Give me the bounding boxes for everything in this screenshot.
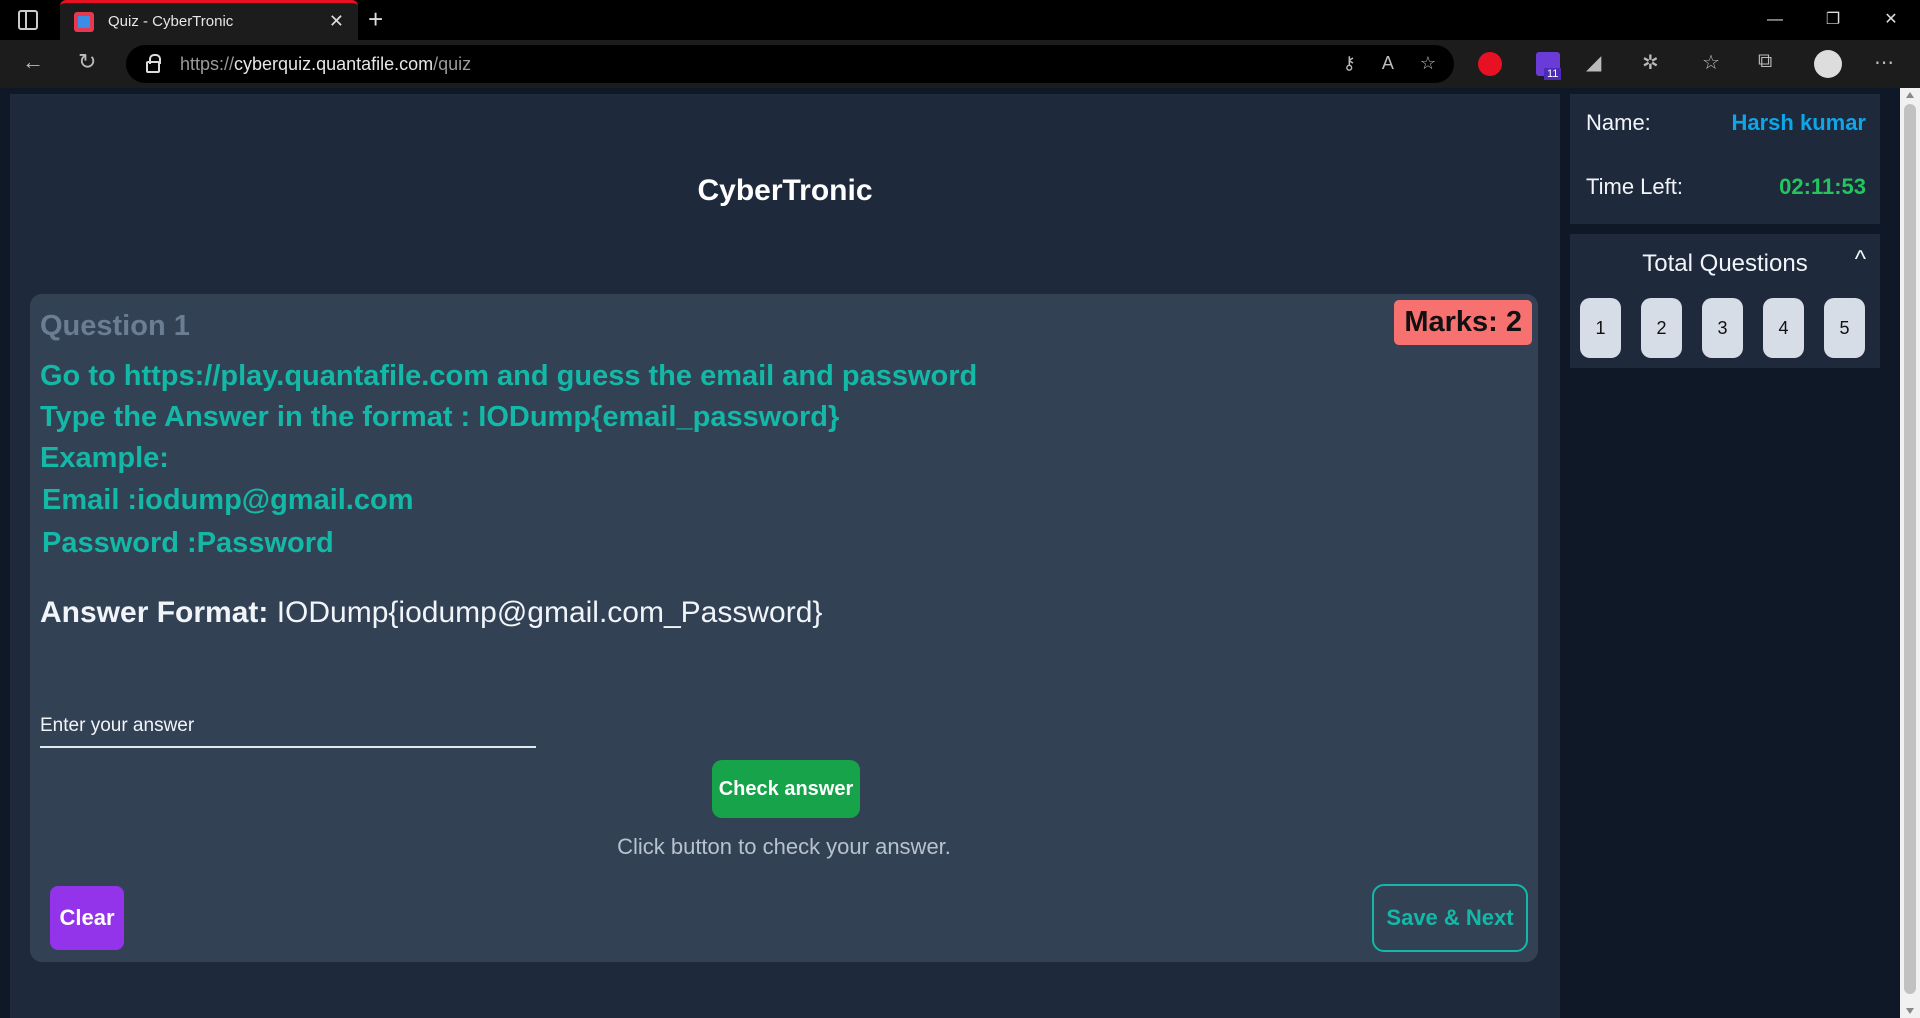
- answer-input[interactable]: [40, 706, 536, 748]
- question-nav-button-5[interactable]: 5: [1824, 298, 1865, 358]
- answer-format: Answer Format: IODump{iodump@gmail.com_P…: [40, 596, 822, 630]
- question-line: Email :iodump@gmail.com: [42, 484, 414, 516]
- question-card: Question 1 Marks: 2 Go to https://play.q…: [30, 294, 1538, 962]
- extension-red-icon[interactable]: [1478, 52, 1502, 76]
- refresh-icon[interactable]: ↻: [78, 49, 96, 75]
- check-hint: Click button to check your answer.: [617, 834, 951, 859]
- page: CyberTronic Question 1 Marks: 2 Go to ht…: [0, 88, 1920, 1018]
- add-favorite-icon[interactable]: ☆: [1420, 53, 1436, 74]
- close-tab-icon[interactable]: ✕: [329, 11, 344, 32]
- back-icon[interactable]: ←: [22, 49, 44, 75]
- total-questions-label: Total Questions: [1642, 250, 1808, 277]
- scroll-thumb[interactable]: [1904, 104, 1916, 994]
- answer-format-label: Answer Format:: [40, 596, 269, 629]
- main-panel: CyberTronic Question 1 Marks: 2 Go to ht…: [10, 94, 1560, 1018]
- window-controls: — ❐ ✕: [1746, 0, 1920, 40]
- marks-badge: Marks: 2: [1394, 300, 1532, 345]
- read-aloud-icon[interactable]: A: [1382, 53, 1394, 74]
- browser-tab-bar: Quiz - CyberTronic ✕ + — ❐ ✕: [0, 0, 1920, 40]
- extension-badge: 11: [1544, 68, 1562, 80]
- extensions-icon[interactable]: ✲: [1642, 50, 1659, 75]
- favorites-icon[interactable]: ☆: [1702, 50, 1720, 75]
- question-line: Example:: [40, 442, 169, 474]
- address-bar[interactable]: https://cyberquiz.quantafile.com/quiz ⚷ …: [126, 45, 1454, 83]
- check-answer-button[interactable]: Check answer: [712, 760, 860, 818]
- tab-title: Quiz - CyberTronic: [108, 13, 234, 30]
- close-window-icon[interactable]: ✕: [1862, 0, 1920, 40]
- address-bar-actions: ⚷ A ☆: [1343, 53, 1436, 74]
- question-nav-button-4[interactable]: 4: [1763, 298, 1804, 358]
- question-label: Question 1: [40, 310, 190, 342]
- quiz-sidebar: Name: Harsh kumar Time Left: 02:11:53 To…: [1560, 88, 1900, 1018]
- total-questions-panel: Total Questions ^ 1 2 3 4 5: [1570, 234, 1880, 368]
- question-nav-button-3[interactable]: 3: [1702, 298, 1743, 358]
- more-menu-icon[interactable]: ⋯: [1874, 50, 1894, 75]
- question-line: Type the Answer in the format : IODump{e…: [40, 401, 840, 433]
- page-scrollbar[interactable]: [1900, 88, 1920, 1018]
- new-tab-button[interactable]: +: [368, 4, 383, 35]
- extension-third-icon[interactable]: ◢: [1586, 50, 1601, 75]
- name-row: Name: Harsh kumar: [1586, 110, 1866, 136]
- question-text: Go to https://play.quantafile.com and gu…: [40, 356, 977, 565]
- key-icon[interactable]: ⚷: [1343, 53, 1356, 74]
- answer-format-value: IODump{iodump@gmail.com_Password}: [276, 596, 823, 629]
- name-label: Name:: [1586, 110, 1651, 135]
- save-next-button[interactable]: Save & Next: [1372, 884, 1528, 952]
- collections-icon[interactable]: ⧉: [1758, 50, 1772, 73]
- name-value: Harsh kumar: [1731, 110, 1866, 135]
- url-text: https://cyberquiz.quantafile.com/quiz: [180, 53, 472, 74]
- scroll-up-icon[interactable]: [1906, 92, 1914, 98]
- clear-button[interactable]: Clear: [50, 886, 124, 950]
- browser-tab[interactable]: Quiz - CyberTronic ✕: [60, 0, 358, 40]
- question-nav-button-2[interactable]: 2: [1641, 298, 1682, 358]
- question-line: Go to https://play.quantafile.com and gu…: [40, 360, 978, 392]
- minimize-icon[interactable]: —: [1746, 0, 1804, 40]
- restore-icon[interactable]: ❐: [1804, 0, 1862, 40]
- favicon-icon: [74, 11, 94, 32]
- profile-avatar[interactable]: [1814, 50, 1842, 78]
- sidebar-toggle-icon[interactable]: [18, 10, 38, 30]
- question-nav-button-1[interactable]: 1: [1580, 298, 1621, 358]
- time-left-value: 02:11:53: [1779, 174, 1866, 199]
- candidate-info: Name: Harsh kumar Time Left: 02:11:53: [1570, 94, 1880, 224]
- browser-toolbar: ← ↻ https://cyberquiz.quantafile.com/qui…: [0, 40, 1920, 88]
- time-label: Time Left:: [1586, 174, 1683, 199]
- chevron-up-icon[interactable]: ^: [1855, 246, 1866, 274]
- scroll-down-icon[interactable]: [1906, 1008, 1914, 1014]
- time-row: Time Left: 02:11:53: [1586, 174, 1866, 200]
- page-title: CyberTronic: [697, 174, 873, 207]
- lock-icon: [146, 54, 161, 73]
- question-navigator: 1 2 3 4 5: [1580, 298, 1865, 358]
- question-line: Password :Password: [42, 527, 334, 559]
